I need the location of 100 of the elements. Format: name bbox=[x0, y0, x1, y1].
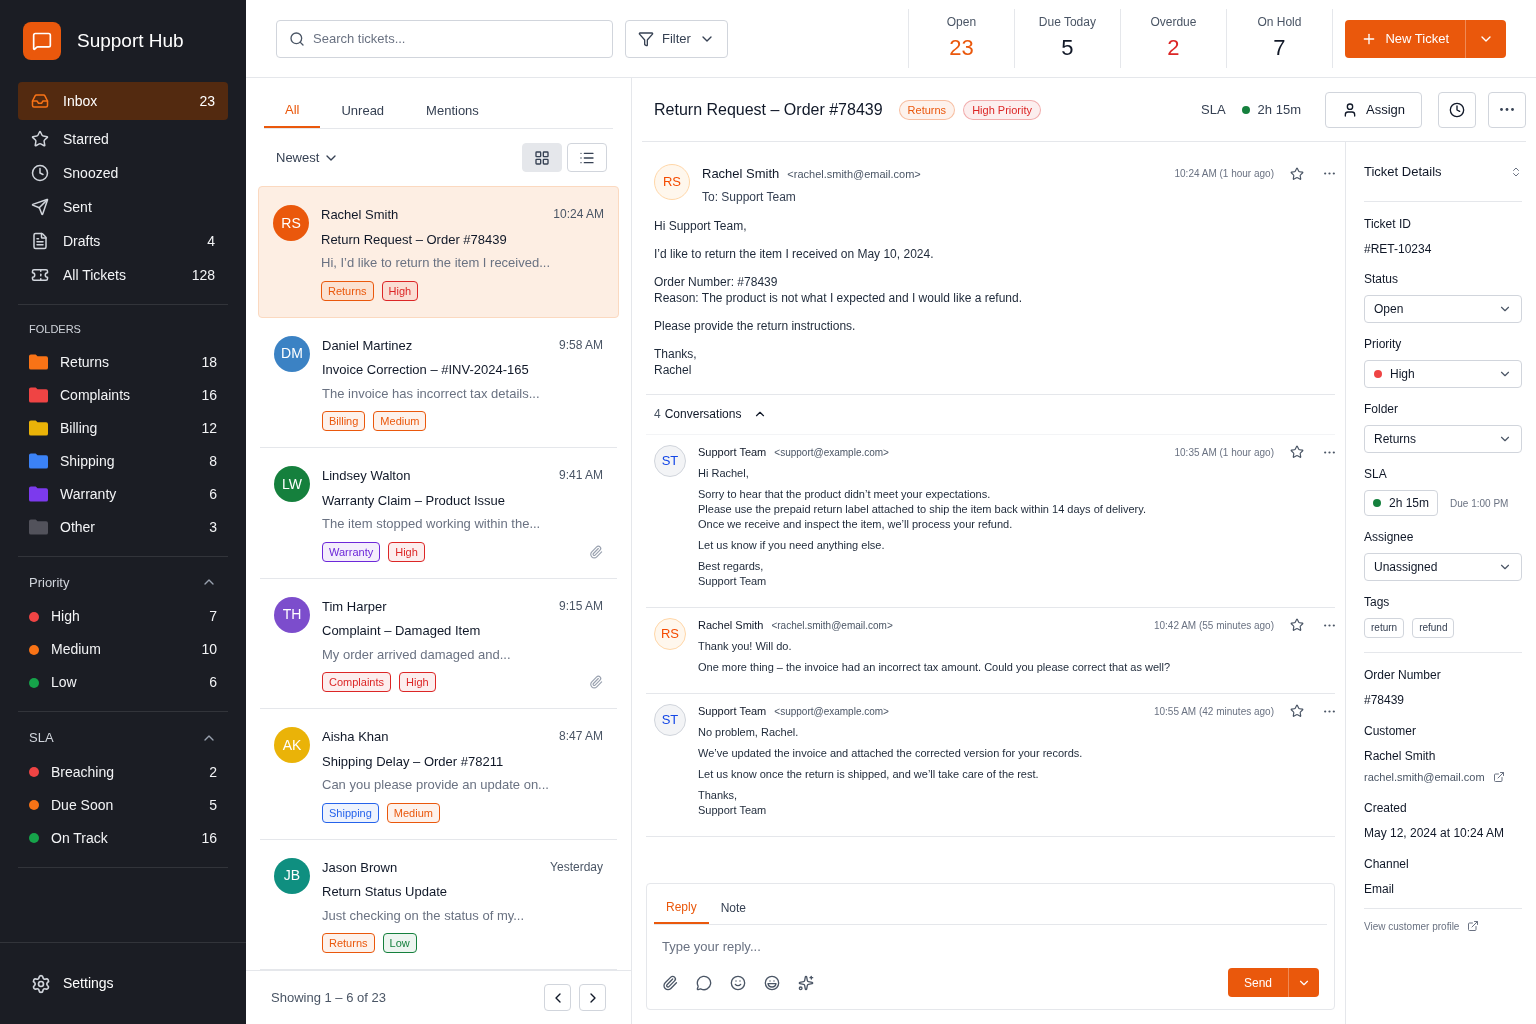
nav-item[interactable]: Snoozed bbox=[18, 156, 228, 190]
field-value: Email bbox=[1364, 880, 1395, 898]
stat-value: 2 bbox=[1167, 34, 1180, 62]
reply-box[interactable]: Reply Note Type your reply... Send bbox=[646, 882, 1335, 1010]
count: 8 bbox=[209, 451, 217, 471]
ticket-preview: The invoice has incorrect tax details... bbox=[322, 384, 541, 403]
tab[interactable]: All bbox=[264, 94, 321, 128]
conversations-toggle[interactable]: Conversations bbox=[664, 405, 768, 423]
ticket-card[interactable]: RS Rachel Smith 10:24 AM Return Request – Order #78439 Hi, I’d like to return the item I received... Returns High bbox=[258, 186, 619, 318]
collapse-icon[interactable] bbox=[1510, 165, 1522, 178]
message-text: No problem, Rachel. bbox=[698, 724, 800, 740]
sender-name: Rachel Smith bbox=[698, 617, 764, 633]
view-toggle[interactable] bbox=[567, 143, 607, 172]
attach-icon[interactable] bbox=[662, 974, 678, 991]
nav-item[interactable]: Sent bbox=[18, 190, 228, 224]
sidebar-item[interactable]: Warranty 6 bbox=[18, 477, 228, 511]
ticket-card[interactable]: AK Aisha Khan 8:47 AM Shipping Delay – Order #78211 Can you please provide an update on... Shipping Medium bbox=[260, 709, 617, 840]
nav-item[interactable]: Drafts 4 bbox=[18, 224, 228, 258]
stat-value: 23 bbox=[949, 34, 974, 62]
chat-icon[interactable] bbox=[696, 974, 712, 991]
more-icon[interactable] bbox=[1324, 623, 1335, 627]
select-field[interactable]: Open bbox=[1364, 295, 1522, 323]
message-text: Please provide the return instructions. bbox=[654, 317, 857, 334]
star-icon[interactable] bbox=[1290, 166, 1304, 181]
sidebar-item[interactable]: High 7 bbox=[18, 600, 228, 633]
ticket-card[interactable]: LW Lindsey Walton 9:41 AM Warranty Claim – Product Issue The item stopped working within the... Warranty High bbox=[260, 448, 617, 579]
reply-field[interactable]: Type your reply... bbox=[654, 924, 1327, 968]
avatar: LW bbox=[274, 466, 310, 502]
message-text: Rachel bbox=[654, 361, 693, 378]
sender-name: Support Team bbox=[698, 703, 767, 719]
count: 18 bbox=[201, 352, 217, 372]
field-label: Order Number bbox=[1364, 667, 1442, 684]
tag: High bbox=[399, 672, 436, 692]
customer-profile-link[interactable]: View customer profile bbox=[1364, 918, 1460, 934]
select-field[interactable]: High bbox=[1364, 360, 1522, 388]
sort-dropdown[interactable]: Newest bbox=[276, 147, 340, 168]
sidebar-item[interactable]: Due Soon 5 bbox=[18, 788, 228, 822]
due-time: Due 1:00 PM bbox=[1450, 496, 1509, 511]
more-icon[interactable] bbox=[1324, 450, 1335, 454]
ticket-preview: Just checking on the status of my... bbox=[322, 906, 526, 925]
sidebar-item[interactable]: Complaints 16 bbox=[18, 378, 228, 412]
next-button[interactable] bbox=[579, 984, 606, 1011]
ticket-card[interactable]: DM Daniel Martinez 9:58 AM Invoice Correction – #INV-2024-165 The invoice has incorrect tax details... Billing Medium bbox=[260, 317, 617, 448]
sender-name: Tim Harper bbox=[322, 597, 387, 616]
sender-email: <support@example.com> bbox=[774, 704, 889, 719]
star-icon[interactable] bbox=[1290, 445, 1304, 459]
count: 3 bbox=[209, 517, 217, 537]
sidebar-item[interactable]: On Track 16 bbox=[18, 821, 228, 855]
count: 4 bbox=[207, 231, 215, 251]
nav-icon bbox=[31, 130, 49, 148]
more-icon[interactable] bbox=[1324, 709, 1335, 713]
field-label: Ticket ID bbox=[1364, 216, 1412, 233]
sidebar-item[interactable]: Shipping 8 bbox=[18, 444, 228, 478]
sidebar-item[interactable]: Medium 10 bbox=[18, 633, 228, 666]
more-icon[interactable] bbox=[1324, 172, 1335, 176]
sparkles-icon[interactable] bbox=[798, 974, 814, 991]
search-input[interactable]: Search tickets... bbox=[313, 28, 600, 49]
ticket-card[interactable]: JB Jason Brown Yesterday Return Status Update Just checking on the status of my... Returns Low bbox=[260, 839, 617, 970]
avatar: ST bbox=[654, 444, 686, 477]
avatar: ST bbox=[654, 703, 686, 736]
laugh-icon[interactable] bbox=[764, 974, 780, 991]
tab[interactable]: Unread bbox=[320, 94, 406, 128]
tab[interactable]: Reply bbox=[654, 891, 709, 924]
ticket-time: 9:41 AM bbox=[558, 467, 603, 484]
sla-chip: 2h 15m bbox=[1364, 490, 1439, 516]
select-field[interactable]: Returns bbox=[1364, 425, 1522, 453]
previous-button[interactable] bbox=[544, 984, 571, 1011]
nav-item[interactable]: Inbox 23 bbox=[18, 82, 228, 120]
count: 5 bbox=[209, 795, 217, 815]
sidebar-item[interactable]: Returns 18 bbox=[18, 345, 228, 379]
external-link-icon[interactable] bbox=[1467, 920, 1480, 932]
external-link-icon[interactable] bbox=[1492, 771, 1505, 784]
assign-button[interactable]: Assign bbox=[1324, 91, 1422, 128]
stat-value: 7 bbox=[1273, 34, 1286, 62]
field-value: #78439 bbox=[1364, 692, 1406, 709]
sidebar-item[interactable]: Billing 12 bbox=[18, 411, 228, 445]
sidebar-item[interactable]: Other 3 bbox=[18, 510, 228, 544]
tab[interactable]: Note bbox=[708, 891, 759, 924]
search-field[interactable]: Search tickets... bbox=[276, 19, 613, 58]
ticket-time: 9:58 AM bbox=[558, 336, 603, 354]
tag: return bbox=[1364, 618, 1405, 638]
select-field[interactable]: Unassigned bbox=[1364, 553, 1522, 581]
message-text: Thanks, bbox=[698, 787, 739, 803]
section-title: FOLDERS bbox=[29, 322, 81, 337]
nav-item[interactable]: All Tickets 128 bbox=[18, 258, 228, 292]
snooze-button[interactable] bbox=[1438, 91, 1476, 128]
star-icon[interactable] bbox=[1290, 618, 1304, 632]
sidebar-item[interactable]: Breaching 2 bbox=[18, 755, 228, 789]
filter-button[interactable]: Filter bbox=[625, 19, 728, 58]
sidebar-item[interactable]: Low 6 bbox=[18, 666, 228, 699]
emoji-icon[interactable] bbox=[730, 974, 746, 991]
tag: Low bbox=[382, 933, 417, 953]
ticket-card[interactable]: TH Tim Harper 9:15 AM Complaint – Damaged Item My order arrived damaged and... Complaints High bbox=[260, 578, 617, 709]
star-icon[interactable] bbox=[1290, 704, 1304, 718]
view-toggle[interactable] bbox=[522, 143, 562, 172]
nav-item[interactable]: Starred bbox=[18, 122, 228, 156]
tab[interactable]: Mentions bbox=[405, 94, 500, 128]
avatar: DM bbox=[274, 335, 310, 372]
ticket-time: Yesterday bbox=[550, 858, 603, 876]
settings-button[interactable]: Settings bbox=[31, 973, 114, 994]
